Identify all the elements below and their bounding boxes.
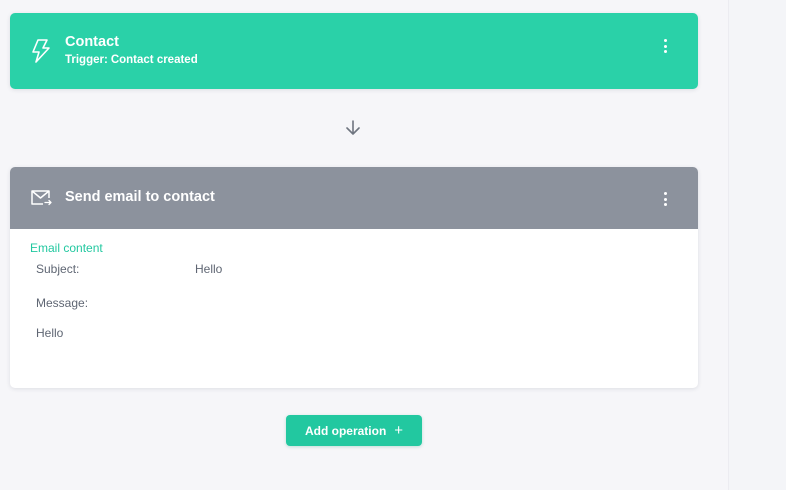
- kebab-dot: [663, 203, 667, 206]
- mail-send-icon: [30, 189, 52, 207]
- trigger-menu-kebab-icon[interactable]: [658, 36, 672, 56]
- lightning-bolt-icon: [30, 38, 52, 64]
- action-menu-kebab-icon[interactable]: [658, 189, 672, 209]
- action-card[interactable]: Send email to contact Email content Subj…: [10, 167, 698, 388]
- message-label: Message:: [36, 296, 89, 310]
- kebab-dot: [663, 197, 667, 201]
- action-title: Send email to contact: [65, 189, 215, 205]
- kebab-dot: [663, 50, 667, 53]
- message-value: Hello: [36, 326, 64, 340]
- trigger-title: Contact: [65, 34, 119, 50]
- kebab-dot: [663, 39, 667, 42]
- plus-icon: +: [394, 422, 404, 439]
- right-panel-edge: [728, 0, 786, 490]
- action-card-header[interactable]: Send email to contact: [10, 167, 698, 229]
- add-operation-label: Add operation: [304, 423, 387, 438]
- subject-label: Subject:: [36, 262, 80, 276]
- kebab-dot: [663, 192, 667, 195]
- trigger-subtitle-prefix: Trigger:: [65, 54, 108, 66]
- trigger-subtitle-value: Contact created: [110, 54, 198, 66]
- trigger-card[interactable]: Contact Trigger: Contact created: [10, 13, 698, 89]
- arrow-down-icon: [343, 118, 363, 138]
- add-operation-button[interactable]: Add operation +: [286, 415, 422, 446]
- subject-value: Hello: [195, 262, 223, 276]
- kebab-dot: [663, 44, 667, 48]
- trigger-subtitle: Trigger: Contact created: [65, 54, 198, 66]
- email-content-section-label: Email content: [30, 241, 103, 255]
